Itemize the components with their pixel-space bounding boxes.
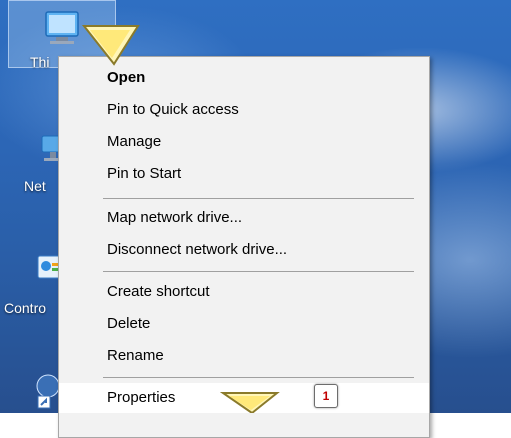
desktop-icon-label: Thi — [30, 54, 50, 70]
menu-item-manage[interactable]: Manage — [59, 127, 429, 157]
menu-item-label: Rename — [107, 347, 164, 364]
computer-icon — [40, 10, 84, 55]
menu-separator — [103, 198, 414, 199]
callout-arrow-icon — [219, 390, 280, 418]
menu-item-disconnect-network-drive[interactable]: Disconnect network drive... — [59, 235, 429, 265]
menu-item-rename[interactable]: Rename — [59, 341, 429, 371]
desktop-icon-label: Contro — [4, 300, 47, 316]
step-number-badge: 1 — [314, 384, 338, 408]
menu-item-map-network-drive[interactable]: Map network drive... — [59, 203, 429, 233]
menu-item-label: Pin to Start — [107, 165, 182, 182]
menu-separator — [103, 377, 414, 378]
menu-item-pin-quick-access[interactable]: Pin to Quick access — [59, 95, 429, 125]
menu-item-label: Disconnect network drive... — [107, 241, 288, 258]
menu-item-label: Properties — [107, 389, 176, 406]
callout-arrow-icon — [80, 22, 142, 73]
desktop-icon-this-pc[interactable]: Thi — [0, 6, 79, 76]
menu-item-label: Delete — [107, 315, 151, 332]
menu-item-pin-to-start[interactable]: Pin to Start — [59, 159, 429, 189]
menu-item-label: Create shortcut — [107, 283, 210, 300]
menu-item-create-shortcut[interactable]: Create shortcut — [59, 277, 429, 307]
context-menu: Open Pin to Quick access Manage Pin to S… — [58, 56, 430, 438]
menu-item-label: Manage — [107, 133, 162, 150]
desktop-icon-control-panel[interactable]: Contro — [0, 250, 63, 320]
desktop-icon-network[interactable]: Net — [0, 132, 65, 196]
menu-separator — [103, 271, 414, 272]
menu-item-label: Map network drive... — [107, 209, 243, 226]
desktop-icon-label: Net — [24, 178, 46, 194]
menu-item-label: Pin to Quick access — [107, 101, 239, 118]
menu-item-delete[interactable]: Delete — [59, 309, 429, 339]
